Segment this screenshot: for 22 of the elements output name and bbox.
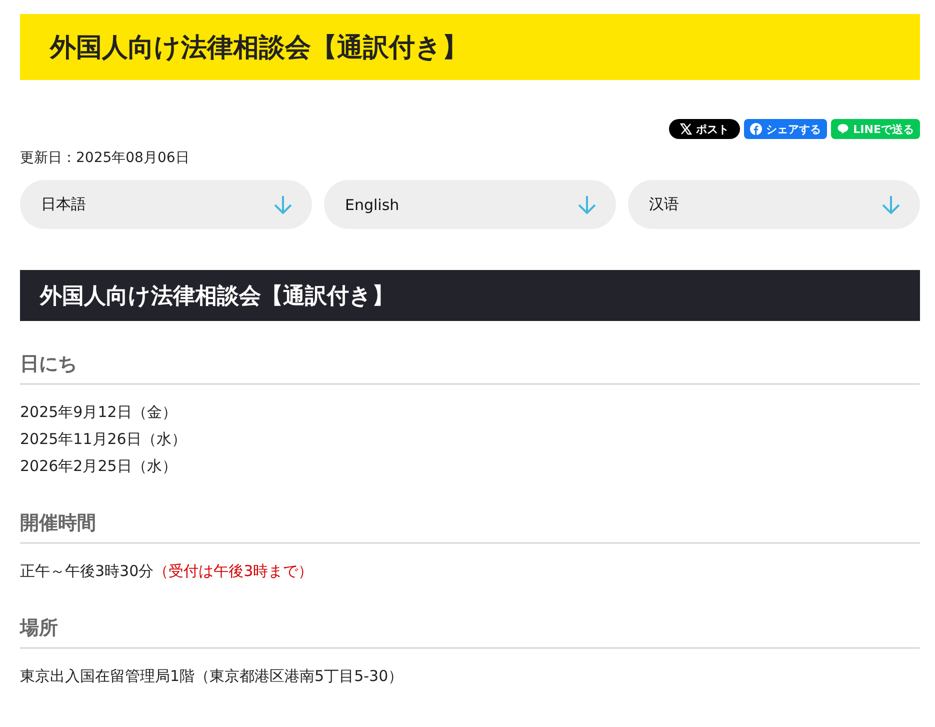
section-heading: 場所 (20, 615, 920, 649)
share-button[interactable]: ポスト (669, 119, 740, 139)
page-title: 外国人向け法律相談会【通訳付き】 (20, 14, 920, 80)
share-button[interactable]: シェアする (744, 119, 828, 139)
speech-bubble-icon (837, 123, 850, 135)
down-arrow-icon (272, 194, 294, 216)
detail-text: 2025年9月12日（金） (20, 402, 178, 423)
down-arrow-icon (880, 194, 902, 216)
article-heading: 外国人向け法律相談会【通訳付き】 (20, 270, 920, 321)
x-logo-icon (680, 123, 692, 135)
section-heading: 日にち (20, 351, 920, 385)
detail-text: 2025年11月26日（水） (20, 429, 188, 450)
detail-text: 東京出入国在留管理局1階（東京都港区港南5丁目5-30） (20, 666, 404, 687)
language-link[interactable]: 日本語 (20, 180, 312, 229)
facebook-logo-icon (750, 123, 762, 135)
updated-date: 更新日：2025年08月06日 (20, 149, 190, 167)
down-arrow-icon (576, 194, 598, 216)
detail-text: 2026年2月25日（水） (20, 456, 178, 477)
language-link[interactable]: 汉语 (628, 180, 920, 229)
language-link[interactable]: English (324, 180, 616, 229)
detail-text: 正午～午後3時30分（受付は午後3時まで） (20, 561, 314, 582)
section-heading: 開催時間 (20, 510, 920, 544)
